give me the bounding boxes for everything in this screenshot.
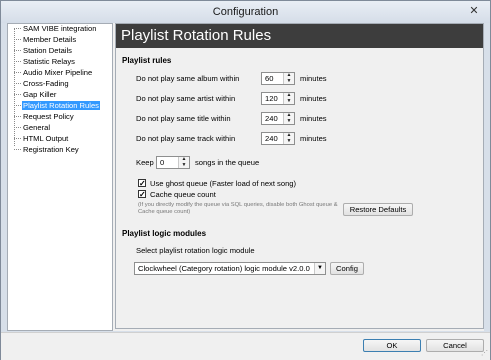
spin-down-icon[interactable]: ▼	[284, 119, 294, 124]
settings-panel: Playlist Rotation Rules Playlist rules D…	[115, 23, 484, 329]
keep-suffix-label: songs in the queue	[195, 158, 260, 167]
tree-item-label: Station Details	[23, 46, 72, 55]
queue-hint-text: (If you directly modify the queue via SQ…	[138, 202, 338, 215]
tree-item-label: Playlist Rotation Rules	[22, 101, 100, 110]
tree-branch	[14, 138, 21, 139]
tree-item-label: Gap Killer	[23, 90, 57, 99]
logic-modules-heading: Playlist logic modules	[122, 229, 207, 238]
ghost-queue-label: Use ghost queue (Faster load of next son…	[150, 179, 297, 188]
check-icon[interactable]: ✓	[138, 179, 146, 188]
tree-item-label: Member Details	[23, 35, 77, 44]
stepper-value: 0	[160, 158, 165, 167]
artist-rule-label: Do not play same artist within	[136, 94, 236, 103]
chevron-down-icon[interactable]: ▼	[314, 263, 325, 274]
stepper-value: 120	[265, 94, 278, 103]
tree-item-label: HTML Output	[23, 134, 69, 143]
album-rule-label: Do not play same album within	[136, 74, 240, 83]
keep-songs-stepper[interactable]: 0 ▲ ▼	[156, 156, 190, 169]
logic-module-select-label: Select playlist rotation logic module	[136, 246, 255, 255]
stepper-value: 240	[265, 114, 278, 123]
stepper-arrows: ▲ ▼	[178, 157, 189, 168]
spin-down-icon[interactable]: ▼	[284, 99, 294, 104]
cache-queue-label: Cache queue count	[150, 190, 216, 199]
dialog-footer: OK Cancel ⋰	[1, 332, 490, 360]
title-unit-label: minutes	[300, 114, 327, 123]
tree-branch	[14, 61, 21, 62]
spin-down-icon[interactable]: ▼	[284, 139, 294, 144]
tree-branch	[14, 50, 21, 51]
tree-item-label: Registration Key	[23, 145, 79, 154]
tree-branch	[14, 127, 21, 128]
close-icon[interactable]: ✕	[466, 4, 482, 18]
page-title: Playlist Rotation Rules	[121, 27, 272, 44]
tree-item-label: Audio Mixer Pipeline	[23, 68, 93, 77]
check-icon[interactable]: ✓	[138, 190, 146, 199]
tree-branch	[14, 72, 21, 73]
title-bar: Configuration ✕	[1, 1, 490, 23]
album-unit-label: minutes	[300, 74, 327, 83]
stepper-arrows: ▲ ▼	[283, 133, 294, 144]
tree-branch	[14, 105, 21, 106]
spin-down-icon[interactable]: ▼	[284, 79, 294, 84]
ok-button[interactable]: OK	[363, 339, 421, 352]
tree-item-label: Statistic Relays	[23, 57, 75, 66]
track-minutes-stepper[interactable]: 240 ▲ ▼	[261, 132, 295, 145]
selected-module-value: Clockwheel (Category rotation) logic mod…	[138, 264, 310, 273]
client-area: SAM VIBE integration Member Details Stat…	[7, 23, 484, 331]
track-unit-label: minutes	[300, 134, 327, 143]
restore-defaults-button[interactable]: Restore Defaults	[343, 203, 413, 216]
tree-connector-line	[14, 28, 15, 146]
settings-tree[interactable]: SAM VIBE integration Member Details Stat…	[7, 23, 113, 331]
stepper-value: 240	[265, 134, 278, 143]
cancel-button[interactable]: Cancel	[426, 339, 484, 352]
resize-grip-icon[interactable]: ⋰	[480, 350, 488, 358]
title-minutes-stepper[interactable]: 240 ▲ ▼	[261, 112, 295, 125]
tree-item-label: Cross-Fading	[23, 79, 69, 88]
tree-branch	[14, 116, 21, 117]
track-rule-label: Do not play same track within	[136, 134, 236, 143]
tree-branch	[14, 39, 21, 40]
tree-branch	[14, 149, 21, 150]
config-button[interactable]: Config	[330, 262, 364, 275]
configuration-window: Configuration ✕ SAM VIBE integration Mem…	[0, 0, 491, 360]
artist-minutes-stepper[interactable]: 120 ▲ ▼	[261, 92, 295, 105]
tree-branch	[14, 83, 21, 84]
album-minutes-stepper[interactable]: 60 ▲ ▼	[261, 72, 295, 85]
stepper-value: 60	[265, 74, 274, 83]
keep-prefix-label: Keep	[136, 158, 154, 167]
stepper-arrows: ▲ ▼	[283, 73, 294, 84]
logic-module-dropdown[interactable]: Clockwheel (Category rotation) logic mod…	[134, 262, 326, 275]
stepper-arrows: ▲ ▼	[283, 93, 294, 104]
stepper-arrows: ▲ ▼	[283, 113, 294, 124]
tree-branch	[14, 28, 21, 29]
tree-item-label: General	[23, 123, 51, 132]
panel-header: Playlist Rotation Rules	[116, 24, 483, 48]
tree-item-label: Request Policy	[23, 112, 74, 121]
tree-item-label: SAM VIBE integration	[23, 24, 97, 33]
spin-down-icon[interactable]: ▼	[179, 163, 189, 168]
title-rule-label: Do not play same title within	[136, 114, 231, 123]
artist-unit-label: minutes	[300, 94, 327, 103]
playlist-rules-heading: Playlist rules	[122, 56, 172, 65]
window-title: Configuration	[212, 6, 279, 18]
tree-branch	[14, 94, 21, 95]
